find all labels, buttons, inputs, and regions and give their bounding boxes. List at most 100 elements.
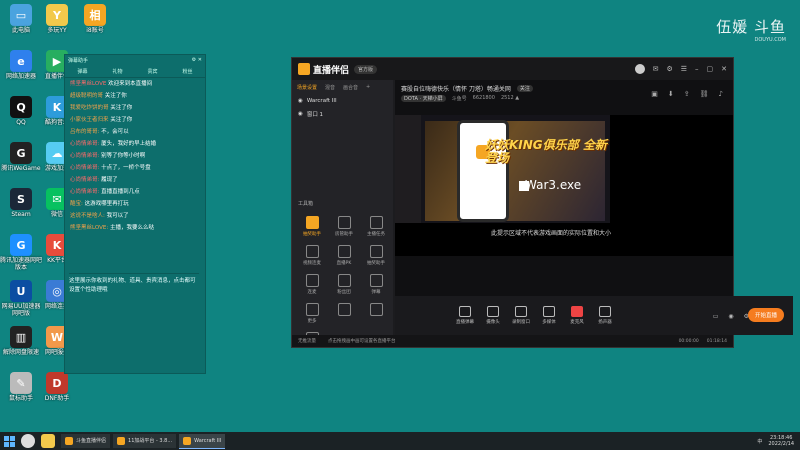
title-bar[interactable]: 直播伴侣 官方版 ✉ ⚙ ☰ – ▢ ✕ — [292, 58, 733, 80]
chat-controls[interactable]: ⚙ ✕ — [192, 57, 202, 63]
taskbar-task[interactable]: 斗鱼直播伴侣 — [61, 433, 111, 448]
avatar[interactable] — [634, 64, 645, 74]
tool-button[interactable] — [360, 303, 392, 324]
date: 2022/2/14 — [768, 441, 794, 447]
tool-icon — [369, 245, 383, 258]
chat-username[interactable]: 我爱吃炸饼的哥 — [70, 105, 109, 111]
chat-message: 这说不是啥人: 我可以了 — [65, 210, 205, 222]
chat-username[interactable]: 这说不是啥人: — [70, 213, 105, 219]
start-live-button[interactable]: 开始直播 — [747, 308, 784, 322]
share-icon[interactable]: ⇪ — [684, 90, 690, 98]
tool-button[interactable]: 直播PK — [328, 245, 360, 266]
chat-text: 关注了你 — [104, 93, 127, 99]
camera-button[interactable]: 摄像头 — [483, 306, 503, 325]
tab-pip[interactable]: 画合音 — [343, 84, 358, 91]
chrome-icon[interactable] — [21, 434, 35, 448]
chat-username[interactable]: 熊坚黑丝LOVE: — [70, 225, 108, 231]
eye-icon[interactable]: ◉ — [728, 313, 733, 320]
chat-message-list[interactable]: 熊坚黑丝LOVE 欢迎来到本直播间 超级聪明的哥 关注了你 我爱吃炸饼的哥 关注了你… — [65, 78, 205, 234]
record-icon[interactable]: ▣ — [651, 90, 658, 98]
taskbar-task[interactable]: 11加战平台 - 3.8... — [113, 433, 177, 448]
chat-username[interactable]: 心尚情弟哥: — [70, 189, 99, 195]
danmaku-assistant-panel[interactable]: 弹幕助手 ⚙ ✕ 弹幕 礼物 贵宾 粉丝 熊坚黑丝LOVE 欢迎来到本直播间 超级… — [64, 54, 206, 374]
save-icon[interactable]: ⬇ — [668, 90, 674, 98]
settings-icon[interactable]: ⚙ — [666, 65, 672, 73]
media-button[interactable]: 多媒体 — [539, 306, 559, 325]
live-companion-window[interactable]: 直播伴侣 官方版 ✉ ⚙ ☰ – ▢ ✕ 场景设置 混音 画合音 + ◉ Warc… — [291, 57, 793, 348]
window-capture-button[interactable]: 录制窗口 — [511, 306, 531, 325]
add-icon[interactable]: + — [366, 84, 370, 91]
tools-grid: 抽奖助手 房管助手 主播任务 视频连麦 直播PK 抽奖助手 连麦 粉丝团 弹幕 更多 — [296, 216, 392, 347]
tab-scene[interactable]: 场景设置 — [297, 84, 317, 91]
tool-button[interactable]: 更多 — [296, 303, 328, 324]
tool-button[interactable]: 主播任务 — [360, 216, 392, 237]
stream-preview[interactable]: 妖妖KING俱乐部 全新登场 War3.exe 此提示区域不代表游戏画面的实际位… — [395, 115, 733, 256]
folder-icon[interactable] — [41, 434, 55, 448]
chat-tab[interactable]: 贵宾 — [147, 68, 157, 75]
clock[interactable]: 23:18:46 2022/2/14 — [768, 435, 794, 447]
danmaku-button[interactable]: 直播弹幕 — [455, 306, 475, 325]
chat-username[interactable]: 心尚情弟哥: — [70, 141, 99, 147]
start-button[interactable] — [0, 432, 18, 450]
minimize-icon[interactable]: – — [695, 65, 699, 73]
source-label: 窗口 1 — [306, 112, 324, 118]
chat-tabs[interactable]: 弹幕 礼物 贵宾 粉丝 — [65, 65, 205, 78]
close-icon[interactable]: ✕ — [721, 65, 727, 73]
chat-username[interactable]: 酷宝: — [70, 201, 83, 207]
speaker-button[interactable]: 扬声器 — [595, 306, 615, 325]
eye-icon[interactable]: ◉ — [298, 111, 303, 117]
tool-button[interactable]: 抽奖助手 — [296, 216, 328, 237]
desktop-icon[interactable]: 相 i8账号 — [74, 4, 116, 34]
follow-tag[interactable]: 关注 — [516, 85, 533, 92]
tools-label: 工具箱 — [298, 201, 314, 207]
link-icon[interactable]: ⛓ — [700, 90, 709, 98]
tab-mixer[interactable]: 混音 — [325, 84, 335, 91]
chat-username[interactable]: 超级聪明的哥 — [70, 93, 103, 99]
tool-label: 房管助手 — [335, 232, 353, 237]
eye-icon[interactable]: ◉ — [298, 98, 303, 104]
speaker-icon — [599, 306, 611, 317]
chat-username[interactable]: 熊坚黑丝LOVE — [70, 81, 106, 87]
app-logo: 直播伴侣 — [298, 63, 349, 76]
chat-tab[interactable]: 弹幕 — [77, 68, 87, 75]
maximize-icon[interactable]: ▢ — [707, 65, 714, 73]
mic-button[interactable]: 麦克风 — [567, 306, 587, 325]
taskbar-task[interactable]: Warcraft III — [179, 433, 226, 449]
source-item[interactable]: ◉ 窗口 1 — [292, 107, 393, 121]
tool-button[interactable] — [328, 303, 360, 324]
chat-title: 弹幕助手 — [68, 57, 89, 64]
chat-username[interactable]: 心尚情弟哥: — [70, 177, 99, 183]
source-item[interactable]: ◉ Warcraft III — [292, 95, 393, 107]
bell-icon[interactable]: ♪ — [719, 90, 723, 98]
tool-button[interactable]: 视频连麦 — [296, 245, 328, 266]
tool-button[interactable]: 粉丝团 — [328, 274, 360, 295]
video-icon[interactable]: ▭ — [713, 313, 719, 320]
meta-item: 2512 ▲ — [500, 95, 520, 101]
game-tag[interactable]: DOTA · 天梯小屏 — [401, 95, 446, 102]
tool-icon — [337, 216, 351, 229]
menu-icon[interactable]: ☰ — [681, 65, 687, 73]
tool-button[interactable]: 弹幕 — [360, 274, 392, 295]
chat-username[interactable]: 心尚情弟哥: — [70, 165, 99, 171]
tool-button[interactable]: 抽奖助手 — [360, 245, 392, 266]
app-icon: U — [10, 280, 32, 302]
desktop-icon[interactable]: Y 多玩YY — [36, 4, 78, 34]
logo-icon — [298, 63, 310, 75]
chat-username[interactable]: 吕布的哥哥: — [70, 129, 99, 135]
chat-username[interactable]: 小家伙王者归来 — [70, 117, 109, 123]
task-label: 斗鱼直播伴侣 — [76, 438, 107, 444]
app-icon: 相 — [84, 4, 106, 26]
desktop-icon[interactable]: D DNF助手 — [36, 372, 78, 402]
language-indicator[interactable]: 中 — [757, 438, 762, 445]
chat-username[interactable]: 心尚情弟哥: — [70, 153, 99, 159]
mail-icon[interactable]: ✉ — [653, 65, 659, 73]
tool-label: 直播PK — [336, 261, 352, 266]
chat-tab[interactable]: 粉丝 — [182, 68, 192, 75]
stream-title[interactable]: 赛股自位嗨德快乐（情怀 刀塔）畅通关网 — [401, 84, 511, 93]
tool-label: 视频连麦 — [303, 261, 321, 266]
tool-button[interactable]: 连麦 — [296, 274, 328, 295]
tool-label: 抽奖助手 — [367, 261, 385, 266]
chat-tab[interactable]: 礼物 — [112, 68, 122, 75]
tool-icon — [305, 274, 319, 287]
tool-button[interactable]: 房管助手 — [328, 216, 360, 237]
